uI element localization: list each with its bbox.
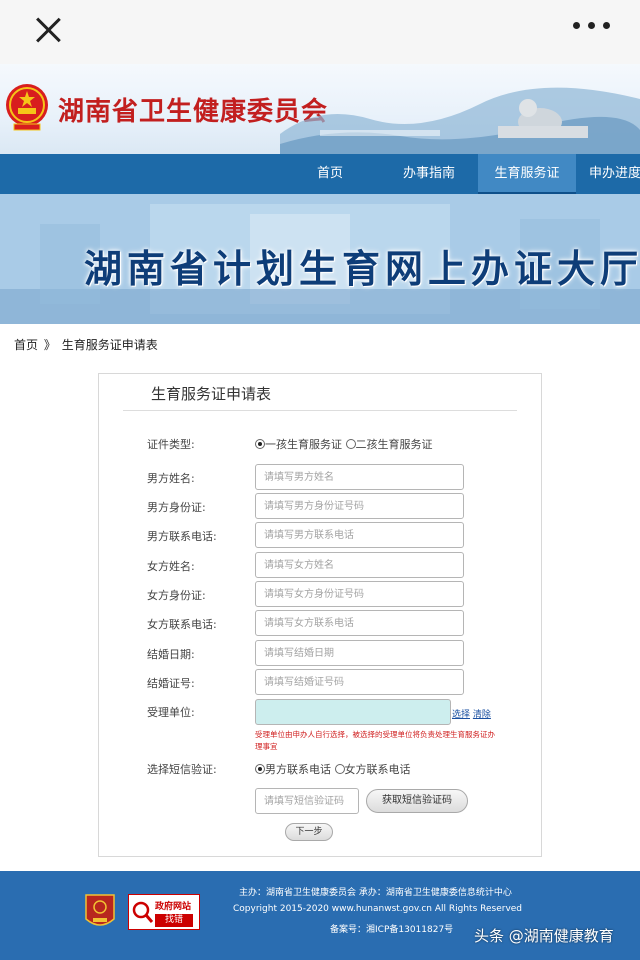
site-footer: 政府网站 找错 主办：湖南省卫生健康委员会 承办：湖南省卫生健康委信息统计中心 …	[0, 871, 640, 960]
cert-type-label: 证件类型:	[147, 438, 195, 451]
cert-type-option-first[interactable]: 一孩生育服务证	[255, 438, 342, 451]
unit-label: 受理单位:	[147, 706, 195, 719]
source-watermark: 头条 @湖南健康教育	[474, 927, 614, 945]
sms-option-male[interactable]: 男方联系电话	[255, 763, 331, 776]
hero-banner: 湖南省计划生育网上办证大厅	[0, 194, 640, 324]
female-phone-input[interactable]	[255, 610, 464, 636]
breadcrumb: 首页 》 生育服务证申请表	[14, 336, 158, 353]
unit-links: 选择 清除	[452, 707, 491, 720]
radio-unchecked-icon	[345, 439, 356, 449]
radio-unchecked-icon	[334, 764, 345, 774]
male-phone-input[interactable]	[255, 522, 464, 548]
footer-sponsor-line: 主办：湖南省卫生健康委员会 承办：湖南省卫生健康委信息统计中心	[239, 888, 512, 898]
cert-type-option-second[interactable]: 二孩生育服务证	[345, 438, 433, 451]
female-id-input[interactable]	[255, 581, 464, 607]
get-sms-code-button[interactable]: 获取短信验证码	[366, 789, 468, 813]
female-id-label: 女方身份证:	[147, 589, 206, 602]
app-top-bar	[0, 0, 640, 64]
breadcrumb-current: 生育服务证申请表	[61, 338, 158, 352]
unit-hint-text: 受理单位由申办人自行选择，被选择的受理单位将负责处理生育服务证办理事宜	[255, 730, 495, 751]
breadcrumb-home-link[interactable]: 首页	[14, 338, 38, 352]
header-scenery-image	[280, 87, 640, 154]
marriage-cert-label: 结婚证号:	[147, 677, 195, 690]
sms-select-label: 选择短信验证:	[147, 763, 217, 776]
sms-option-female[interactable]: 女方联系电话	[334, 763, 411, 776]
female-name-label: 女方姓名:	[147, 560, 195, 573]
unit-select-link[interactable]: 选择	[452, 710, 470, 720]
marriage-date-label: 结婚日期:	[147, 648, 195, 661]
sms-code-input[interactable]	[255, 788, 359, 814]
female-name-input[interactable]	[255, 552, 464, 578]
breadcrumb-separator: 》	[43, 338, 56, 352]
radio-checked-icon	[255, 439, 265, 449]
female-phone-label: 女方联系电话:	[147, 618, 217, 631]
male-id-label: 男方身份证:	[147, 501, 206, 514]
sms-radio-group: 男方联系电话 女方联系电话	[255, 761, 411, 777]
cert-type-radio-group: 一孩生育服务证 二孩生育服务证	[255, 436, 433, 452]
form-title: 生育服务证申请表	[151, 385, 272, 403]
more-options-icon[interactable]	[570, 20, 614, 32]
main-nav: 首页 办事指南 生育服务证 申办进度查	[0, 154, 640, 194]
form-divider	[123, 410, 517, 411]
national-emblem-icon	[6, 84, 48, 131]
nav-item-home[interactable]: 首页	[294, 154, 366, 194]
cert-type-option-first-label: 一孩生育服务证	[265, 438, 342, 451]
male-phone-label: 男方联系电话:	[147, 530, 217, 543]
nav-item-progress[interactable]: 申办进度查	[586, 154, 640, 194]
marriage-date-input[interactable]	[255, 640, 464, 666]
next-step-button[interactable]: 下一步	[285, 823, 333, 841]
male-name-input[interactable]	[255, 464, 464, 490]
unit-select-box[interactable]	[255, 699, 451, 725]
application-form: 生育服务证申请表 证件类型: 一孩生育服务证 二孩生育服务证 男方姓名: 男方身…	[98, 373, 542, 857]
sms-option-male-label: 男方联系电话	[265, 763, 331, 776]
male-id-input[interactable]	[255, 493, 464, 519]
radio-checked-icon	[255, 764, 265, 774]
site-header: 湖南省卫生健康委员会	[0, 64, 640, 154]
cert-type-option-second-label: 二孩生育服务证	[355, 438, 433, 451]
unit-clear-link[interactable]: 清除	[473, 710, 491, 720]
nav-item-guide[interactable]: 办事指南	[388, 154, 470, 194]
male-name-label: 男方姓名:	[147, 472, 195, 485]
nav-item-fertility-cert[interactable]: 生育服务证	[478, 154, 576, 194]
sms-option-female-label: 女方联系电话	[344, 763, 411, 776]
marriage-cert-input[interactable]	[255, 669, 464, 695]
page-root: 湖南省卫生健康委员会 首页 办事指南 生育服务证 申办进度查 湖南省计划生育网上…	[0, 0, 640, 960]
banner-title: 湖南省计划生育网上办证大厅	[84, 246, 640, 291]
footer-copyright-line: Copyright 2015-2020 www.hunanwst.gov.cn …	[233, 904, 523, 914]
close-icon[interactable]	[30, 12, 66, 48]
